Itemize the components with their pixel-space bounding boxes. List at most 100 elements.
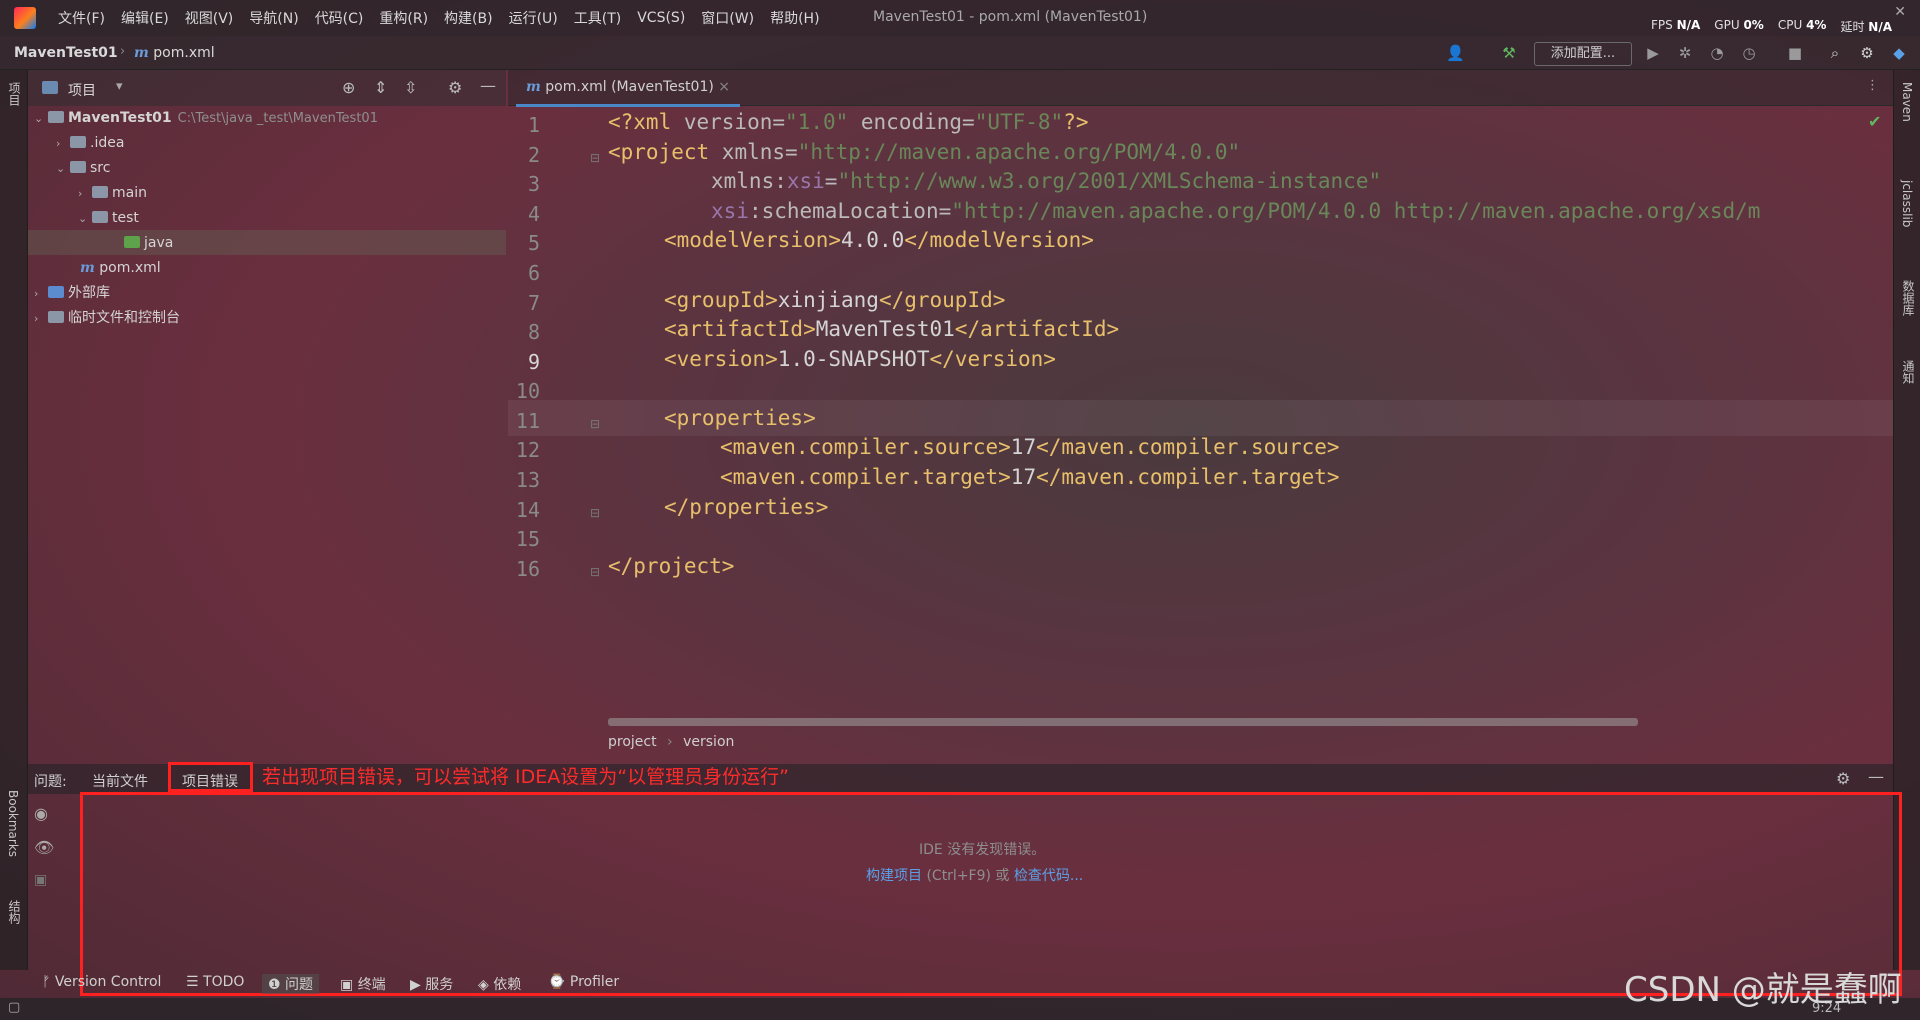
menu-navigate[interactable]: 导航(N) <box>241 8 306 28</box>
tree-node-project-root[interactable]: ⌄ MavenTest01 C:\Test\java _test\MavenTest… <box>34 106 378 131</box>
menu-refactor[interactable]: 重构(R) <box>371 8 436 28</box>
profile-icon[interactable]: ◷ <box>1740 44 1758 62</box>
project-view-icon <box>42 81 58 94</box>
notifications-tool-button[interactable]: 通知 <box>1900 360 1917 384</box>
structure-tool-button[interactable]: 结构 <box>6 900 23 924</box>
tree-node-label: pom.xml <box>99 260 161 276</box>
tab-problems[interactable]: ❶ 问题 <box>262 974 320 994</box>
editor-breadcrumbs: project › version <box>608 734 734 750</box>
debug-icon[interactable]: ✲ <box>1676 44 1694 62</box>
attr-value: "http://maven.apache.org/POM/4.0.0" <box>797 140 1241 164</box>
close-icon[interactable]: × <box>718 79 730 95</box>
attr-name: xmlns: <box>711 169 787 193</box>
breadcrumb-project-tag[interactable]: project <box>608 734 657 750</box>
code-editor[interactable]: <?xml version="1.0" encoding="UTF-8"?> <… <box>600 106 1885 716</box>
hammer-build-icon[interactable]: ⚒ <box>1500 44 1518 62</box>
maven-tool-button[interactable]: Maven <box>1900 82 1914 122</box>
intellij-logo-icon[interactable] <box>14 7 36 29</box>
menu-file[interactable]: 文件(F) <box>50 8 113 28</box>
user-icon[interactable]: 👤 <box>1446 44 1465 62</box>
tree-node-external-libraries[interactable]: › 外部库 <box>34 281 110 306</box>
eye-icon[interactable]: 👁 <box>34 838 54 857</box>
tree-node-java[interactable]: java <box>124 231 173 256</box>
gear-icon[interactable]: ⚙ <box>1836 769 1850 788</box>
more-icon[interactable]: ⋮ <box>1866 78 1879 93</box>
problems-side-icon[interactable]: ◉ <box>34 804 48 823</box>
layout-toggle-icon[interactable]: ▢ <box>8 1000 20 1015</box>
bookmarks-tool-button[interactable]: Bookmarks <box>6 790 20 857</box>
chevron-right-icon[interactable]: › <box>78 181 92 206</box>
tab-profiler[interactable]: ⌚ Profiler <box>548 974 619 990</box>
gear-icon[interactable]: ⚙ <box>448 78 462 97</box>
breadcrumb-file[interactable]: m pom.xml <box>134 45 215 61</box>
search-icon[interactable]: ⌕ <box>1826 44 1844 62</box>
collapse-all-icon[interactable]: ⇳ <box>404 78 417 97</box>
fold-icon[interactable]: ⊟ <box>590 565 600 579</box>
project-panel-title[interactable]: 项目 <box>68 80 96 100</box>
performance-indicators: FPS N/A GPU 0% CPU 4% 延时 N/A <box>1651 18 1892 35</box>
fold-icon[interactable]: ⊟ <box>590 151 600 165</box>
inspect-code-link[interactable]: 检查代码... <box>1014 868 1083 884</box>
tree-node-test[interactable]: ⌄ test <box>78 206 139 231</box>
minimize-icon[interactable]: — <box>1868 767 1884 786</box>
menu-tools[interactable]: 工具(T) <box>566 8 629 28</box>
menu-code[interactable]: 代码(C) <box>307 8 372 28</box>
database-tool-button[interactable]: 数据库 <box>1900 280 1917 316</box>
plugin-icon[interactable]: ◆ <box>1890 44 1908 62</box>
line-number: 5 <box>527 231 540 255</box>
expand-all-icon[interactable]: ⇕ <box>374 78 387 97</box>
tab-terminal[interactable]: ▣ 终端 <box>340 974 386 994</box>
menu-build[interactable]: 构建(B) <box>436 8 501 28</box>
gpu-value: 0% <box>1743 18 1764 32</box>
menu-run[interactable]: 运行(U) <box>501 8 566 28</box>
chevron-down-icon[interactable]: ▾ <box>116 79 123 94</box>
menu-vcs[interactable]: VCS(S) <box>629 10 693 26</box>
chevron-right-icon[interactable]: › <box>56 131 70 156</box>
tab-current-file[interactable]: 当前文件 <box>92 771 148 791</box>
problems-label: 问题: <box>34 774 67 790</box>
close-icon[interactable]: ✕ <box>1894 4 1906 20</box>
horizontal-scrollbar[interactable] <box>608 718 1638 726</box>
profiler-icon: ⌚ <box>548 974 566 990</box>
tab-services[interactable]: ▶ 服务 <box>410 974 453 994</box>
menu-edit[interactable]: 编辑(E) <box>113 8 177 28</box>
project-tool-button[interactable]: 项目 <box>6 82 23 106</box>
gear-icon[interactable]: ⚙ <box>1858 44 1876 62</box>
tree-node-pom[interactable]: m pom.xml <box>80 256 161 281</box>
tree-node-src[interactable]: ⌄ src <box>56 156 110 181</box>
run-icon[interactable]: ▶ <box>1644 44 1662 62</box>
jclasslib-tool-button[interactable]: jclasslib <box>1900 180 1914 227</box>
tab-dependencies[interactable]: ◈ 依赖 <box>478 974 521 994</box>
chevron-right-icon[interactable]: › <box>34 306 48 331</box>
tag: <properties> <box>664 406 816 430</box>
breadcrumb-version-tag[interactable]: version <box>683 734 734 750</box>
menu-view[interactable]: 视图(V) <box>177 8 242 28</box>
annotation-box-tab <box>168 762 253 792</box>
add-configuration-button[interactable]: 添加配置... <box>1534 42 1632 66</box>
chevron-down-icon[interactable]: ⌄ <box>78 206 92 231</box>
tab-todo[interactable]: ☰ TODO <box>186 974 244 990</box>
tab-version-control[interactable]: ᚠ Version Control <box>42 974 161 990</box>
stop-icon[interactable]: ■ <box>1786 44 1804 62</box>
code-line-5: <modelVersion>4.0.0</modelVersion> <box>664 228 1094 252</box>
menu-window[interactable]: 窗口(W) <box>693 8 762 28</box>
tree-node-scratches[interactable]: › 临时文件和控制台 <box>34 306 180 331</box>
fold-icon[interactable]: ⊟ <box>590 417 600 431</box>
build-project-link[interactable]: 构建项目 <box>866 868 922 884</box>
preview-icon[interactable]: ▣ <box>34 872 47 888</box>
folder-icon <box>70 161 86 173</box>
chevron-right-icon[interactable]: › <box>34 281 48 306</box>
minimize-icon[interactable]: — <box>480 76 496 95</box>
tree-node-idea[interactable]: › .idea <box>56 131 124 156</box>
line-number: 8 <box>527 320 540 344</box>
locate-icon[interactable]: ⊕ <box>342 78 355 97</box>
fold-icon[interactable]: ⊟ <box>590 506 600 520</box>
tag: </groupId> <box>878 288 1006 312</box>
breadcrumb-project[interactable]: MavenTest01 <box>14 45 118 61</box>
coverage-icon[interactable]: ◔ <box>1708 44 1726 62</box>
editor-tab-pom[interactable]: m pom.xml (MavenTest01) × <box>516 70 741 107</box>
menu-help[interactable]: 帮助(H) <box>762 8 827 28</box>
tree-node-main[interactable]: › main <box>78 181 147 206</box>
chevron-down-icon[interactable]: ⌄ <box>34 106 48 131</box>
chevron-down-icon[interactable]: ⌄ <box>56 156 70 181</box>
